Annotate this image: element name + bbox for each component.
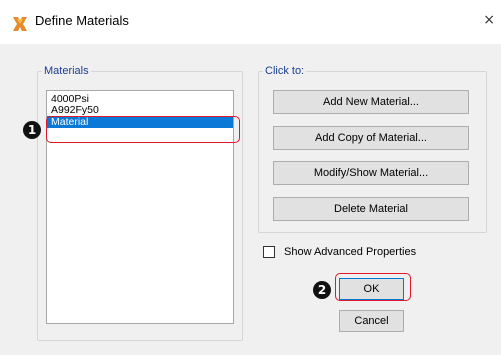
- show-advanced-label: Show Advanced Properties: [284, 246, 417, 258]
- show-advanced-checkbox-row[interactable]: Show Advanced Properties: [263, 245, 416, 259]
- window-title: Define Materials: [35, 13, 129, 28]
- add-new-material-button[interactable]: Add New Material...: [273, 90, 469, 114]
- add-copy-material-button[interactable]: Add Copy of Material...: [273, 126, 469, 150]
- step-badge-1: 1: [23, 121, 41, 139]
- cancel-button[interactable]: Cancel: [339, 310, 404, 332]
- annotation-highlight-ok: [335, 273, 411, 301]
- delete-material-button[interactable]: Delete Material: [273, 197, 469, 221]
- title-bar: Define Materials ×: [0, 0, 501, 44]
- annotation-highlight-material: [46, 116, 240, 143]
- modify-show-material-button[interactable]: Modify/Show Material...: [273, 161, 469, 185]
- step-badge-2: 2: [313, 281, 331, 299]
- click-to-legend: Click to:: [265, 65, 305, 77]
- close-icon[interactable]: ×: [483, 12, 495, 28]
- list-item[interactable]: A992Fy50: [47, 105, 233, 116]
- show-advanced-checkbox[interactable]: [263, 246, 275, 258]
- app-logo-icon: [13, 17, 27, 31]
- materials-legend: Materials: [44, 65, 89, 77]
